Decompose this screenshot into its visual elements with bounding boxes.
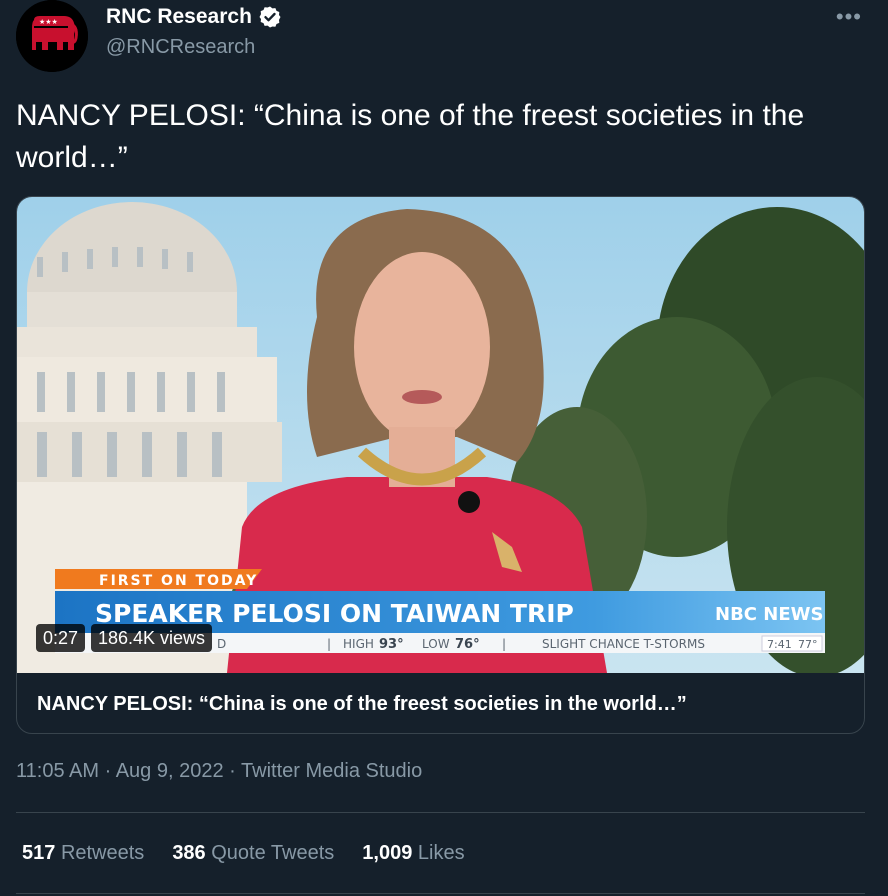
tweet-source[interactable]: Twitter Media Studio	[241, 760, 422, 782]
likes-stat[interactable]: 1,009 Likes	[362, 842, 464, 865]
chyron-clock: 7:41	[767, 638, 792, 651]
video-frame: FIRST ON TODAY SPEAKER PELOSI ON TAIWAN …	[17, 197, 864, 673]
likes-count: 1,009	[362, 842, 413, 864]
tweet-date[interactable]: Aug 9, 2022	[116, 760, 224, 782]
chyron-low: 76°	[455, 637, 480, 652]
quote-tweets-count: 386	[172, 842, 206, 864]
retweets-count: 517	[22, 842, 56, 864]
chyron-high: 93°	[379, 637, 404, 652]
chyron-network: NBC NEWS	[715, 604, 823, 625]
more-options-icon[interactable]: •••	[836, 4, 862, 30]
verified-badge-icon	[259, 6, 281, 28]
quote-tweets-label: Quote Tweets	[211, 842, 335, 864]
author-handle[interactable]: @RNCResearch	[106, 36, 255, 59]
svg-text:|: |	[327, 637, 331, 651]
svg-text:|: |	[502, 637, 506, 651]
retweets-stat[interactable]: 517 Retweets	[22, 842, 144, 865]
chyron-tag: FIRST ON TODAY	[99, 573, 258, 589]
chyron-partial: D	[217, 637, 226, 651]
tweet-text: NANCY PELOSI: “China is one of the frees…	[16, 99, 805, 174]
meta-separator: ·	[104, 760, 112, 782]
avatar[interactable]: ★★★	[16, 0, 88, 72]
engagement-stats: 517 Retweets 386 Quote Tweets 1,009 Like…	[22, 842, 465, 865]
meta-separator: ·	[229, 760, 236, 782]
quote-tweets-stat[interactable]: 386 Quote Tweets	[172, 842, 334, 865]
media-card[interactable]: FIRST ON TODAY SPEAKER PELOSI ON TAIWAN …	[16, 196, 865, 734]
likes-label: Likes	[417, 842, 465, 864]
author-name[interactable]: RNC Research	[106, 5, 252, 29]
tweet-time[interactable]: 11:05 AM	[16, 760, 99, 782]
chyron-low-label: LOW	[422, 637, 450, 651]
video-player[interactable]: FIRST ON TODAY SPEAKER PELOSI ON TAIWAN …	[17, 197, 864, 673]
chyron-high-label: HIGH	[343, 637, 374, 651]
chyron-weather: SLIGHT CHANCE T-STORMS	[542, 637, 705, 651]
retweets-label: Retweets	[60, 842, 145, 864]
divider	[16, 812, 865, 813]
svg-text:★★★: ★★★	[39, 18, 58, 26]
divider	[16, 893, 865, 894]
card-title[interactable]: NANCY PELOSI: “China is one of the frees…	[17, 673, 864, 733]
video-views: 186.4K views	[91, 624, 213, 652]
tweet-meta: 11:05 AM · Aug 9, 2022 · Twitter Media S…	[16, 760, 422, 783]
video-duration: 0:27	[36, 624, 86, 652]
rnc-elephant-logo: ★★★	[16, 0, 88, 72]
chyron-temp: 77°	[798, 638, 818, 651]
